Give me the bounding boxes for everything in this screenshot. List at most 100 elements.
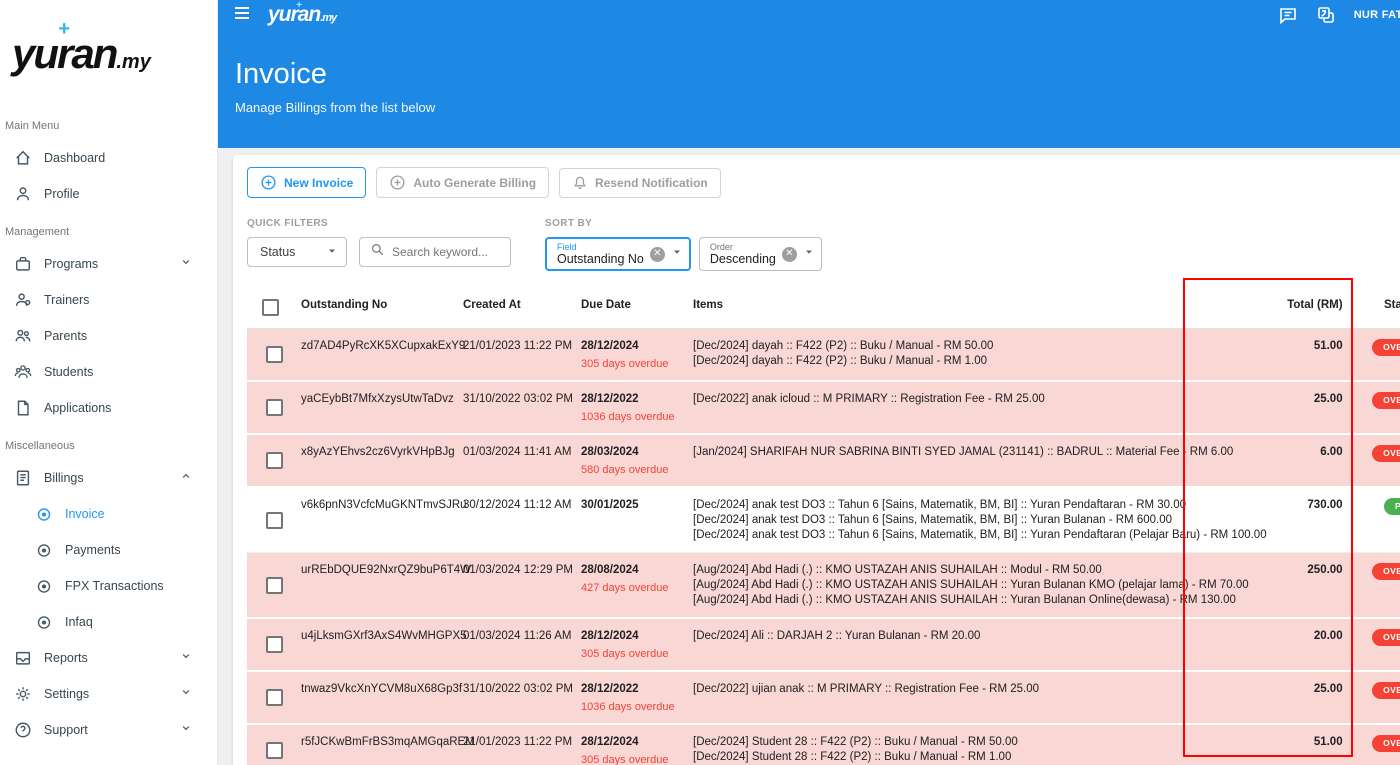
table-header: Outstanding No Created At Due Date Items… [247,287,1400,329]
status-badge: OVERDUE [1372,682,1400,699]
trainer-badge-icon [14,291,32,309]
created-at: 01/03/2024 11:41 AM [463,435,581,468]
chevron-down-icon [179,255,205,274]
sidebar-item-fpx-transactions[interactable]: FPX Transactions [0,568,217,604]
main-area: +yuran.my NUR FATIN NAJIHAH NF Invoice M… [218,0,1400,765]
invoice-items: [Aug/2024] Abd Hadi (.) :: KMO USTAZAH A… [693,553,1275,617]
sidebar-logo: + yuran.my [0,0,217,106]
section-main-menu: Main Menu [0,106,217,140]
row-checkbox[interactable] [266,346,283,363]
section-miscellaneous: Miscellaneous [0,426,217,460]
overdue-days: 580 days overdue [581,463,685,477]
status-badge: OVERDUE [1372,445,1400,462]
briefcase-icon [14,255,32,273]
chevron-down-icon [179,649,205,668]
new-invoice-button[interactable]: New Invoice [247,167,366,198]
item-line: [Dec/2022] ujian anak :: M PRIMARY :: Re… [693,682,1267,697]
item-line: [Aug/2024] Abd Hadi (.) :: KMO USTAZAH A… [693,578,1267,593]
user-name[interactable]: NUR FATIN NAJIHAH [1354,9,1400,21]
invoice-table: Outstanding No Created At Due Date Items… [247,287,1400,765]
plus-circle-icon [389,174,406,191]
toolbar: New Invoice Auto Generate Billing Resend… [247,167,1400,198]
invoice-items: [Dec/2024] anak test DO3 :: Tahun 6 [Sai… [693,488,1275,552]
table-row: yaCEybBt7MfxXzysUtwTaDvz 31/10/2022 03:0… [247,382,1400,435]
table-row: r5fJCKwBmFrBS3mqAMGqaREM 21/01/2023 11:2… [247,725,1400,765]
invoice-table-body: zd7AD4PyRcXK5XCupxakExY9 21/01/2023 11:2… [247,329,1400,765]
menu-icon[interactable] [232,3,252,28]
item-line: [Dec/2024] dayah :: F422 (P2) :: Buku / … [693,354,1267,369]
sidebar-item-parents[interactable]: Parents [0,318,217,354]
topbar-logo: +yuran.my [268,3,336,27]
due-date: 28/12/2024 [581,735,685,749]
row-checkbox[interactable] [266,689,283,706]
row-checkbox[interactable] [266,452,283,469]
sidebar-item-settings[interactable]: Settings [0,676,217,712]
sidebar-item-applications[interactable]: Applications [0,390,217,426]
sort-order-select[interactable]: Order Descending ✕ [699,237,822,271]
sidebar-item-profile[interactable]: Profile [0,176,217,212]
sidebar-item-invoice[interactable]: Invoice [0,496,217,532]
sidebar-item-support[interactable]: Support [0,712,217,748]
table-row: v6k6pnN3VcfcMuGKNTmvSJRu 30/12/2024 11:1… [247,488,1400,553]
invoice-items: [Dec/2024] Ali :: DARJAH 2 :: Yuran Bula… [693,619,1275,653]
sort-field-select[interactable]: Field Outstanding No ✕ [545,237,691,271]
item-line: [Dec/2024] dayah :: F422 (P2) :: Buku / … [693,339,1267,354]
item-line: [Dec/2024] Ali :: DARJAH 2 :: Yuran Bula… [693,629,1267,644]
clear-order-icon[interactable]: ✕ [782,247,797,262]
row-checkbox[interactable] [266,742,283,759]
content-area: New Invoice Auto Generate Billing Resend… [218,148,1400,765]
overdue-days: 427 days overdue [581,581,685,595]
sidebar-item-dashboard[interactable]: Dashboard [0,140,217,176]
auto-generate-billing-button[interactable]: Auto Generate Billing [376,167,549,198]
due-date: 28/03/2024 [581,445,685,459]
overdue-days: 1036 days overdue [581,700,685,714]
created-at: 01/03/2024 11:26 AM [463,619,581,652]
clear-field-icon[interactable]: ✕ [650,247,665,262]
invoice-items: [Dec/2022] anak icloud :: M PRIMARY :: R… [693,382,1275,416]
due-date: 28/12/2024 [581,629,685,643]
radio-dot-icon [35,542,53,559]
row-total: 51.00 [1275,329,1353,362]
invoice-items: [Dec/2024] Student 28 :: F422 (P2) :: Bu… [693,725,1275,765]
status-badge: OVERDUE [1372,629,1400,646]
outstanding-no: yaCEybBt7MfxXzysUtwTaDvz [301,382,463,415]
document-icon [14,399,32,417]
language-icon[interactable] [1316,5,1336,25]
sidebar-item-trainers[interactable]: Trainers [0,282,217,318]
row-total: 20.00 [1275,619,1353,652]
overdue-days: 305 days overdue [581,647,685,661]
topbar: +yuran.my NUR FATIN NAJIHAH NF Invoice M… [218,0,1400,148]
due-date: 28/08/2024 [581,563,685,577]
sidebar-item-infaq[interactable]: Infaq [0,604,217,640]
row-checkbox[interactable] [266,636,283,653]
radio-dot-icon [35,506,53,523]
sidebar-item-reports[interactable]: Reports [0,640,217,676]
status-filter-select[interactable]: Status [247,237,347,267]
item-line: [Jan/2024] SHARIFAH NUR SABRINA BINTI SY… [693,445,1267,460]
row-checkbox[interactable] [266,512,283,529]
table-row: zd7AD4PyRcXK5XCupxakExY9 21/01/2023 11:2… [247,329,1400,382]
quick-filters-label: QUICK FILTERS [247,218,511,229]
search-input[interactable] [392,245,502,259]
outstanding-no: tnwaz9VkcXnYCVM8uX68Gp3f [301,672,463,705]
row-total: 25.00 [1275,672,1353,705]
chevron-down-icon [179,685,205,704]
section-management: Management [0,212,217,246]
table-row: urREbDQUE92NxrQZ9buP6T4W 01/03/2024 12:2… [247,553,1400,619]
row-checkbox[interactable] [266,577,283,594]
due-date: 28/12/2022 [581,392,685,406]
app-root: + yuran.my Main Menu Dashboard Profile M… [0,0,1400,765]
sidebar-item-students[interactable]: Students [0,354,217,390]
search-icon [370,242,385,262]
select-all-checkbox[interactable] [262,299,279,316]
chat-icon[interactable] [1278,5,1298,25]
sidebar-item-payments[interactable]: Payments [0,532,217,568]
students-group-icon [14,363,32,381]
row-checkbox[interactable] [266,399,283,416]
sidebar-item-programs[interactable]: Programs [0,246,217,282]
table-row: x8yAzYEhvs2cz6VyrkVHpBJg 01/03/2024 11:4… [247,435,1400,488]
sidebar-item-billings[interactable]: Billings [0,460,217,496]
page-subtitle: Manage Billings from the list below [235,100,1400,115]
resend-notification-button[interactable]: Resend Notification [559,168,721,198]
outstanding-no: urREbDQUE92NxrQZ9buP6T4W [301,553,463,586]
